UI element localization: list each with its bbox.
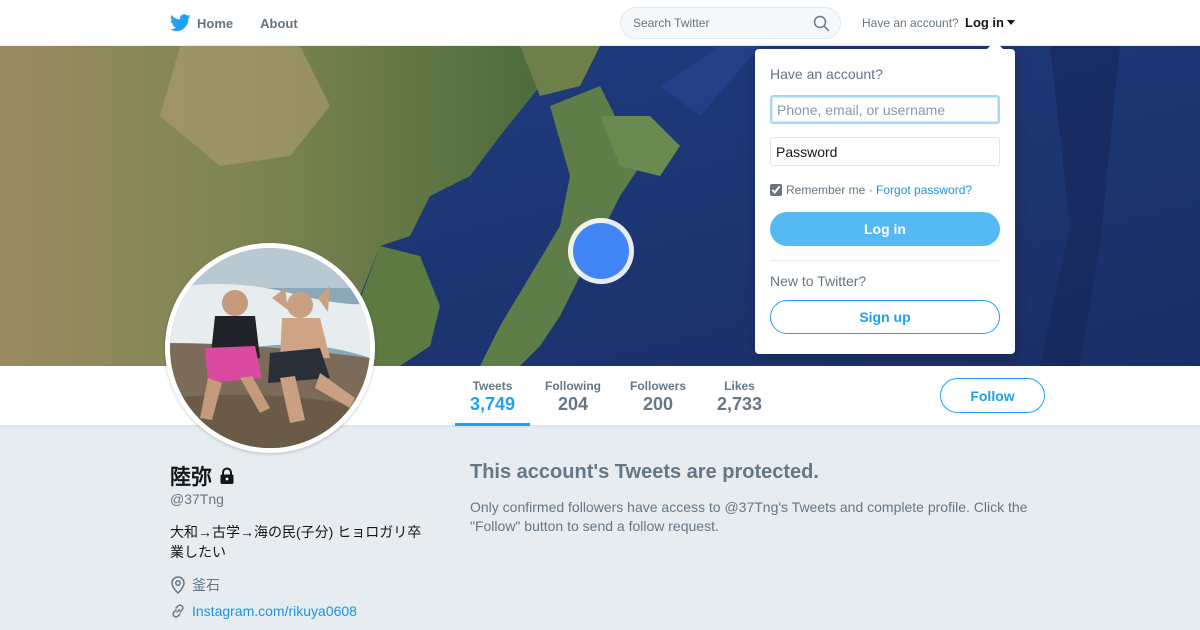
profile-location: 釜石 (170, 575, 220, 595)
stat-likes-label: Likes (724, 379, 755, 393)
avatar-image (170, 248, 370, 448)
stat-following-value: 204 (557, 394, 589, 414)
profile-bio: 大和→古学→海の民(子分) ヒョロガリ卒業したい (170, 524, 422, 560)
link-icon (172, 604, 184, 618)
stat-followers-label: Followers (629, 379, 686, 393)
nav-home-link[interactable]: Home (170, 14, 233, 32)
login-divider (770, 260, 1000, 261)
nav-about-link[interactable]: About (260, 16, 298, 31)
avatar-photo (170, 248, 370, 448)
location-text: 釜石 (192, 577, 220, 593)
remember-separator: · (865, 183, 877, 197)
search-icon[interactable] (813, 15, 830, 32)
location-pin-icon (171, 576, 185, 594)
stat-following-label: Following (545, 379, 601, 393)
stat-likes[interactable]: Likes 2,733 (711, 366, 768, 426)
have-account-text: Have an account? (862, 16, 959, 30)
signup-button[interactable]: Sign up (770, 300, 1000, 334)
username-field[interactable] (770, 95, 1000, 124)
profile-website: Instagram.com/rikuya0608 (170, 603, 357, 619)
screen-name[interactable]: @37Tng (170, 491, 224, 507)
login-toggle-label: Log in (965, 15, 1004, 30)
protected-text: Only confirmed followers have access to … (470, 499, 1028, 534)
login-dropdown-toggle[interactable]: Log in (965, 15, 1015, 30)
dropdown-arrow (987, 41, 1003, 49)
website-link[interactable]: Instagram.com/rikuya0608 (192, 603, 357, 619)
nav-left: Home About (170, 0, 325, 46)
top-nav-bar: Home About Have an account? Log in (0, 0, 1200, 46)
forgot-password-link[interactable]: Forgot password? (876, 183, 972, 197)
caret-down-icon (1007, 20, 1015, 25)
stat-tweets[interactable]: Tweets 3,749 (455, 366, 530, 426)
stat-following[interactable]: Following 204 (541, 366, 605, 426)
follow-button[interactable]: Follow (940, 378, 1045, 413)
stat-tweets-label: Tweets (472, 379, 513, 393)
nav-about-label: About (260, 15, 298, 31)
password-field[interactable] (770, 137, 1000, 166)
profile-name: 陸弥 (170, 461, 236, 491)
remember-me-checkbox[interactable] (770, 184, 782, 196)
profile-name-text: 陸弥 (170, 466, 212, 489)
new-to-twitter-text: New to Twitter? (770, 273, 867, 289)
search-box (620, 7, 841, 39)
avatar[interactable] (165, 243, 375, 453)
login-heading: Have an account? (770, 66, 883, 82)
nav-home-label: Home (197, 15, 234, 31)
lock-icon (220, 467, 234, 484)
stat-followers[interactable]: Followers 200 (626, 366, 690, 426)
remember-row: Remember me · Forgot password? (770, 183, 972, 197)
stat-likes-value: 2,733 (716, 394, 763, 414)
search-input[interactable] (633, 16, 803, 30)
stat-followers-value: 200 (642, 394, 674, 414)
login-dropdown: Have an account? Remember me · Forgot pa… (755, 41, 1015, 354)
remember-me-label[interactable]: Remember me (786, 183, 865, 197)
stat-tweets-value: 3,749 (469, 394, 516, 414)
login-button[interactable]: Log in (770, 212, 1000, 246)
protected-title: This account's Tweets are protected. (470, 461, 819, 483)
twitter-bird-icon (170, 14, 191, 32)
